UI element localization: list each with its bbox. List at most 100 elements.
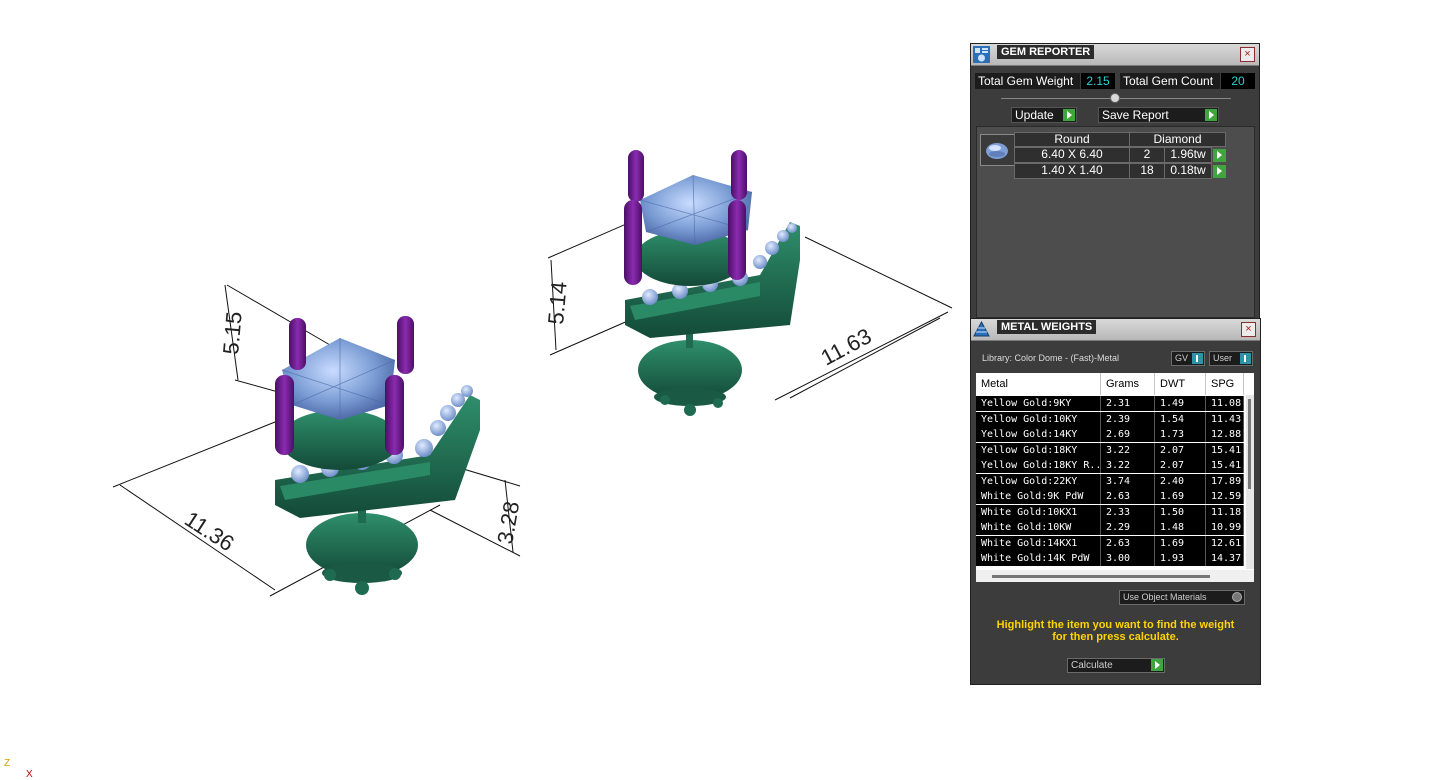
metal-name-cell: White Gold:9K PdW: [976, 489, 1101, 504]
grams-cell: 2.63: [1101, 535, 1155, 551]
dimension-label-11-36: 11.36: [180, 506, 238, 556]
gem-row-select-icon[interactable]: [1213, 149, 1226, 162]
library-label: Library: Color Dome - (Fast)-Metal: [982, 353, 1120, 363]
table-row[interactable]: White Gold:14K PdW 3.00 1.93 14.37: [976, 551, 1244, 566]
spg-cell: 17.89: [1206, 473, 1244, 489]
gem-list-area: Round Diamond 6.40 X 6.40 2 1.96tw 1.40 …: [976, 126, 1255, 318]
gem-row-weight[interactable]: 1.96tw: [1164, 147, 1212, 163]
user-toggle-button[interactable]: User: [1209, 351, 1253, 366]
gem-row-select-icon[interactable]: [1213, 165, 1226, 178]
axis-indicator-x: X: [26, 769, 33, 780]
earring-model-right[interactable]: 5.14 11.63: [543, 150, 953, 416]
table-row[interactable]: Yellow Gold:22KY 3.74 2.40 17.89: [976, 473, 1244, 489]
column-header-spg[interactable]: SPG: [1206, 373, 1244, 395]
metal-name-cell: White Gold:10KX1: [976, 504, 1101, 520]
grams-cell: 3.22: [1101, 458, 1155, 473]
save-report-button[interactable]: Save Report: [1098, 107, 1219, 123]
gem-reporter-title: GEM REPORTER: [997, 45, 1095, 59]
user-toggle-label: User: [1213, 353, 1233, 363]
metal-weights-titlebar[interactable]: METAL WEIGHTS ×: [971, 319, 1260, 341]
dimension-label-3-28: 3.28: [492, 499, 524, 546]
save-report-button-label: Save Report: [1102, 108, 1169, 122]
gem-shape-header: Round: [1014, 132, 1130, 147]
round-gem-thumbnail[interactable]: [980, 134, 1015, 166]
gem-row-count[interactable]: 18: [1129, 163, 1165, 179]
spg-cell: 11.18: [1206, 504, 1244, 520]
dwt-cell: 1.73: [1155, 427, 1206, 442]
metal-name-cell: Yellow Gold:18KY R...: [976, 458, 1101, 473]
table-vertical-scrollbar[interactable]: [1246, 395, 1254, 569]
table-row[interactable]: Yellow Gold:9KY 2.31 1.49 11.08: [976, 396, 1244, 411]
total-gem-weight-label: Total Gem Weight: [975, 73, 1080, 89]
gem-material-header: Diamond: [1129, 132, 1226, 147]
metal-weights-panel: METAL WEIGHTS × Library: Color Dome - (F…: [970, 318, 1261, 685]
grams-cell: 2.33: [1101, 504, 1155, 520]
dwt-cell: 1.50: [1155, 504, 1206, 520]
dwt-cell: 1.69: [1155, 535, 1206, 551]
dwt-cell: 2.07: [1155, 442, 1206, 458]
scrollbar-thumb[interactable]: [992, 575, 1210, 578]
total-gem-count-label: Total Gem Count: [1120, 73, 1220, 89]
earring-model-left[interactable]: 5.15 11.36 3.28: [112, 284, 524, 597]
spg-cell: 14.37: [1206, 551, 1244, 566]
dwt-cell: 1.93: [1155, 551, 1206, 566]
gem-reporter-titlebar[interactable]: GEM REPORTER ×: [971, 44, 1259, 66]
metal-weights-close-button[interactable]: ×: [1241, 322, 1256, 337]
use-object-materials-label: Use Object Materials: [1123, 592, 1207, 602]
update-button-label: Update: [1015, 108, 1054, 122]
collapse-toggle-icon[interactable]: [1110, 93, 1120, 103]
play-icon: [1205, 109, 1217, 121]
metal-name-cell: Yellow Gold:10KY: [976, 411, 1101, 427]
dwt-cell: 2.40: [1155, 473, 1206, 489]
update-button[interactable]: Update: [1011, 107, 1077, 123]
instruction-text-line-2: for then press calculate.: [1052, 631, 1179, 643]
calculate-button[interactable]: Calculate: [1067, 658, 1165, 673]
table-row[interactable]: White Gold:9K PdW 2.63 1.69 12.59: [976, 489, 1244, 504]
gem-row-size[interactable]: 1.40 X 1.40: [1014, 163, 1130, 179]
spg-cell: 15.41: [1206, 458, 1244, 473]
table-horizontal-scrollbar[interactable]: [976, 570, 1254, 582]
metal-name-cell: White Gold:10KW: [976, 520, 1101, 535]
total-gem-weight-value: 2.15: [1081, 73, 1115, 89]
column-header-grams[interactable]: Grams: [1101, 373, 1155, 395]
metal-weights-table[interactable]: Metal Grams DWT SPG Yellow Gold:9KY 2.31…: [976, 373, 1254, 582]
gem-row-count[interactable]: 2: [1129, 147, 1165, 163]
table-row[interactable]: Yellow Gold:18KY 3.22 2.07 15.41: [976, 442, 1244, 458]
metal-weights-icon: [973, 320, 990, 338]
table-row[interactable]: Yellow Gold:14KY 2.69 1.73 12.88: [976, 427, 1244, 442]
instruction-text-line-1: Highlight the item you want to find the …: [996, 619, 1235, 631]
gem-reporter-close-button[interactable]: ×: [1240, 47, 1255, 62]
grams-cell: 3.22: [1101, 442, 1155, 458]
gv-toggle-button[interactable]: GV: [1171, 351, 1205, 366]
metal-name-cell: White Gold:14K PdW: [976, 551, 1101, 566]
table-row[interactable]: White Gold:10KW 2.29 1.48 10.99: [976, 520, 1244, 535]
table-row[interactable]: White Gold:10KX1 2.33 1.50 11.18: [976, 504, 1244, 520]
gem-reporter-icon: [973, 46, 990, 63]
grams-cell: 2.39: [1101, 411, 1155, 427]
table-row[interactable]: Yellow Gold:10KY 2.39 1.54 11.43: [976, 411, 1244, 427]
table-row[interactable]: Yellow Gold:18KY R... 3.22 2.07 15.41: [976, 458, 1244, 473]
play-icon: [1063, 109, 1075, 121]
gem-row-weight[interactable]: 0.18tw: [1164, 163, 1212, 179]
radio-icon: [1232, 592, 1242, 602]
dwt-cell: 1.54: [1155, 411, 1206, 427]
grams-cell: 3.74: [1101, 473, 1155, 489]
toggle-indicator-icon: [1240, 353, 1251, 364]
column-header-metal[interactable]: Metal: [976, 373, 1101, 395]
metal-name-cell: Yellow Gold:18KY: [976, 442, 1101, 458]
viewport-3d[interactable]: 5.15 11.36 3.28 5.14 11.63: [0, 0, 965, 779]
spg-cell: 15.41: [1206, 442, 1244, 458]
table-row[interactable]: White Gold:14KX1 2.63 1.69 12.61: [976, 535, 1244, 551]
metal-name-cell: White Gold:14KX1: [976, 535, 1101, 551]
gem-row-size[interactable]: 6.40 X 6.40: [1014, 147, 1130, 163]
spg-cell: 12.59: [1206, 489, 1244, 504]
spg-cell: 10.99: [1206, 520, 1244, 535]
scrollbar-thumb[interactable]: [1248, 399, 1251, 489]
column-header-dwt[interactable]: DWT: [1155, 373, 1206, 395]
toggle-indicator-icon: [1192, 353, 1203, 364]
dwt-cell: 1.48: [1155, 520, 1206, 535]
play-icon: [1151, 659, 1163, 671]
use-object-materials-toggle[interactable]: Use Object Materials: [1119, 590, 1245, 605]
grams-cell: 2.69: [1101, 427, 1155, 442]
gv-toggle-label: GV: [1175, 353, 1189, 363]
